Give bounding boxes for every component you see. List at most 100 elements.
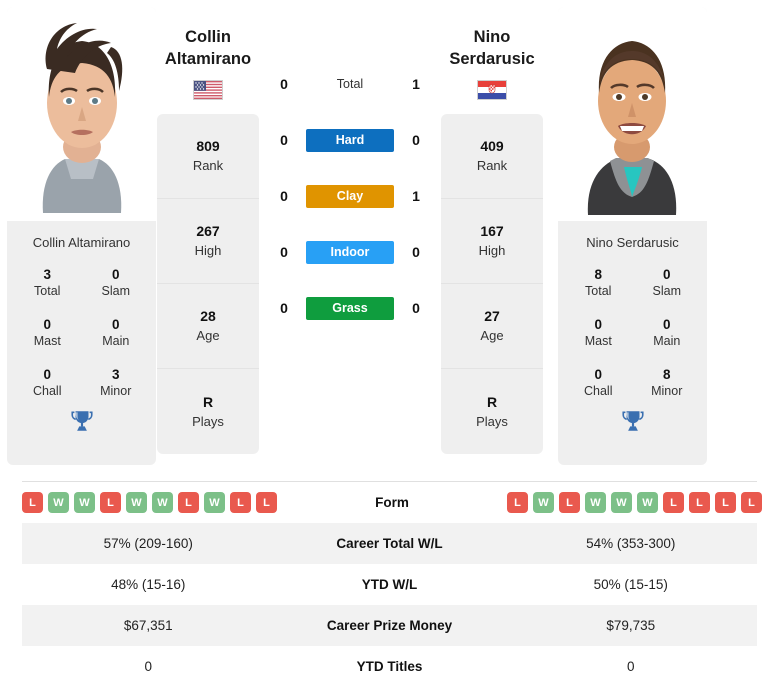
form-badge-win: W bbox=[637, 492, 658, 513]
right-ytd-wl: 50% (15-15) bbox=[593, 577, 668, 592]
trophy-icon bbox=[618, 406, 648, 436]
right-player-portrait-icon bbox=[558, 7, 707, 221]
stat-label: Plays bbox=[192, 413, 224, 429]
form-badge-win: W bbox=[204, 492, 225, 513]
tile-label: Slam bbox=[101, 284, 130, 298]
form-badge-loss: L bbox=[230, 492, 251, 513]
stat-cell-rank: 809 Rank bbox=[157, 114, 259, 199]
form-badge-loss: L bbox=[663, 492, 684, 513]
h2h-right-score: 0 bbox=[412, 132, 420, 148]
titles-tile: 8 Total bbox=[564, 260, 633, 310]
tile-label: Total bbox=[34, 284, 61, 298]
tile-value: 8 bbox=[662, 367, 671, 382]
tile-label: Mast bbox=[584, 334, 612, 348]
right-stats-card: 409 Rank 167 High 27 Age R Plays bbox=[441, 114, 543, 454]
table-row-career-total-wl: 57% (209-160) Career Total W/L 54% (353-… bbox=[22, 523, 757, 564]
comparison-table: LWWLWWLWLL Form LWLWWWLLLL 57% (209-160)… bbox=[22, 481, 762, 687]
right-flag-wrap bbox=[433, 80, 551, 100]
right-player-last-name: Serdarusic bbox=[449, 50, 535, 68]
h2h-label-wrap: Hard bbox=[301, 128, 399, 152]
form-badge-win: W bbox=[585, 492, 606, 513]
right-titles-grid: 8 Total 0 Slam 0 Mast 0 Main 0 Chall 8 M… bbox=[558, 260, 707, 416]
tile-value: 3 bbox=[43, 267, 51, 282]
tile-value: 0 bbox=[43, 367, 51, 382]
h2h-left-score: 0 bbox=[280, 76, 288, 92]
surface-chip-clay[interactable]: Clay bbox=[306, 184, 394, 208]
stat-label: Rank bbox=[192, 158, 224, 173]
form-badge-win: W bbox=[48, 492, 69, 513]
flag-usa-glyph-icon bbox=[194, 81, 222, 99]
right-player-photo-column: Nino Serdarusic 8 Total 0 Slam 0 Mast 0 … bbox=[551, 0, 707, 472]
tile-label: Main bbox=[653, 334, 681, 348]
left-form-strip: LWWLWWLWLL bbox=[22, 492, 277, 513]
right-form-strip: LWLWWWLLLL bbox=[507, 492, 762, 513]
tile-label: Slam bbox=[652, 284, 681, 298]
tile-label: Minor bbox=[100, 384, 132, 398]
trophy-glyph-icon bbox=[621, 411, 644, 431]
left-player-card[interactable]: Collin Altamirano 3 Total 0 Slam 0 Mast … bbox=[7, 7, 156, 465]
left-career-total-wl: 57% (209-160) bbox=[103, 536, 193, 551]
stat-cell-plays: R Plays bbox=[441, 369, 543, 454]
h2h-left-score: 0 bbox=[280, 244, 288, 260]
tile-value: 8 bbox=[594, 267, 602, 282]
stat-value: 28 bbox=[200, 308, 216, 324]
right-titles-grid-wrap: 8 Total 0 Slam 0 Mast 0 Main 0 Chall 8 M… bbox=[558, 260, 707, 465]
stat-label: High bbox=[194, 243, 222, 258]
right-player-card[interactable]: Nino Serdarusic 8 Total 0 Slam 0 Mast 0 … bbox=[558, 7, 707, 465]
flag-usa-icon bbox=[193, 80, 223, 100]
form-badge-loss: L bbox=[689, 492, 710, 513]
h2h-right-score: 1 bbox=[412, 188, 420, 204]
stat-value: 409 bbox=[480, 138, 504, 154]
row-label-career-total-wl: Career Total W/L bbox=[336, 536, 443, 551]
h2h-row-total: 0 Total 1 bbox=[267, 56, 433, 112]
form-badge-loss: L bbox=[256, 492, 277, 513]
tile-value: 0 bbox=[662, 267, 671, 282]
surface-chip-grass[interactable]: Grass bbox=[306, 296, 394, 320]
h2h-right-score: 1 bbox=[412, 76, 420, 92]
row-label-form: Form bbox=[375, 495, 409, 510]
stat-cell-rank: 409 Rank bbox=[441, 114, 543, 199]
titles-tile: 3 Total bbox=[13, 260, 82, 310]
h2h-right-score: 0 bbox=[412, 244, 420, 260]
tile-value: 0 bbox=[111, 267, 120, 282]
surface-chip-indoor[interactable]: Indoor bbox=[306, 240, 394, 264]
stat-label: Age bbox=[480, 328, 504, 343]
tile-label: Minor bbox=[651, 384, 683, 398]
table-row-form: LWWLWWLWLL Form LWLWWWLLLL bbox=[22, 482, 762, 523]
left-titles-grid: 3 Total 0 Slam 0 Mast 0 Main 0 Chall 3 M… bbox=[7, 260, 156, 416]
titles-tile: 3 Minor bbox=[82, 360, 151, 410]
stat-value: 809 bbox=[196, 138, 220, 154]
titles-tile: 8 Minor bbox=[633, 360, 702, 410]
form-badge-loss: L bbox=[715, 492, 736, 513]
stat-cell-high: 267 High bbox=[157, 199, 259, 284]
form-badge-loss: L bbox=[22, 492, 43, 513]
stat-label: High bbox=[478, 243, 506, 258]
surface-chip-hard[interactable]: Hard bbox=[306, 128, 394, 152]
h2h-left-score: 0 bbox=[280, 188, 288, 204]
tile-value: 0 bbox=[594, 317, 602, 332]
table-row-ytd-wl: 48% (15-16) YTD W/L 50% (15-15) bbox=[22, 564, 757, 605]
left-player-name-caption: Collin Altamirano bbox=[7, 221, 156, 260]
trophy-icon bbox=[67, 406, 97, 436]
comparison-header: Collin Altamirano 3 Total 0 Slam 0 Mast … bbox=[0, 0, 779, 472]
h2h-label-wrap: Clay bbox=[301, 184, 399, 208]
tile-value: 3 bbox=[111, 367, 120, 382]
form-badge-loss: L bbox=[178, 492, 199, 513]
head-to-head-column: 0 Total 1 0 Hard 0 0 Clay 1 0 Indoor 0 0… bbox=[267, 0, 433, 472]
stat-label: Age bbox=[196, 328, 220, 343]
tile-value: 0 bbox=[43, 317, 51, 332]
stat-cell-age: 27 Age bbox=[441, 284, 543, 369]
form-badge-loss: L bbox=[100, 492, 121, 513]
table-row-ytd-titles: 0 YTD Titles 0 bbox=[22, 646, 757, 687]
h2h-label-total: Total bbox=[336, 77, 364, 91]
titles-tile: 0 Chall bbox=[13, 360, 82, 410]
tile-label: Chall bbox=[33, 384, 62, 398]
stat-cell-high: 167 High bbox=[441, 199, 543, 284]
h2h-row-clay: 0 Clay 1 bbox=[267, 168, 433, 224]
h2h-label-wrap: Total bbox=[301, 77, 399, 91]
left-player-portrait-icon bbox=[7, 7, 156, 221]
tile-value: 0 bbox=[111, 317, 120, 332]
form-badge-loss: L bbox=[741, 492, 762, 513]
left-form-cell: LWWLWWLWLL bbox=[22, 492, 277, 513]
right-player-name-caption: Nino Serdarusic bbox=[558, 221, 707, 260]
